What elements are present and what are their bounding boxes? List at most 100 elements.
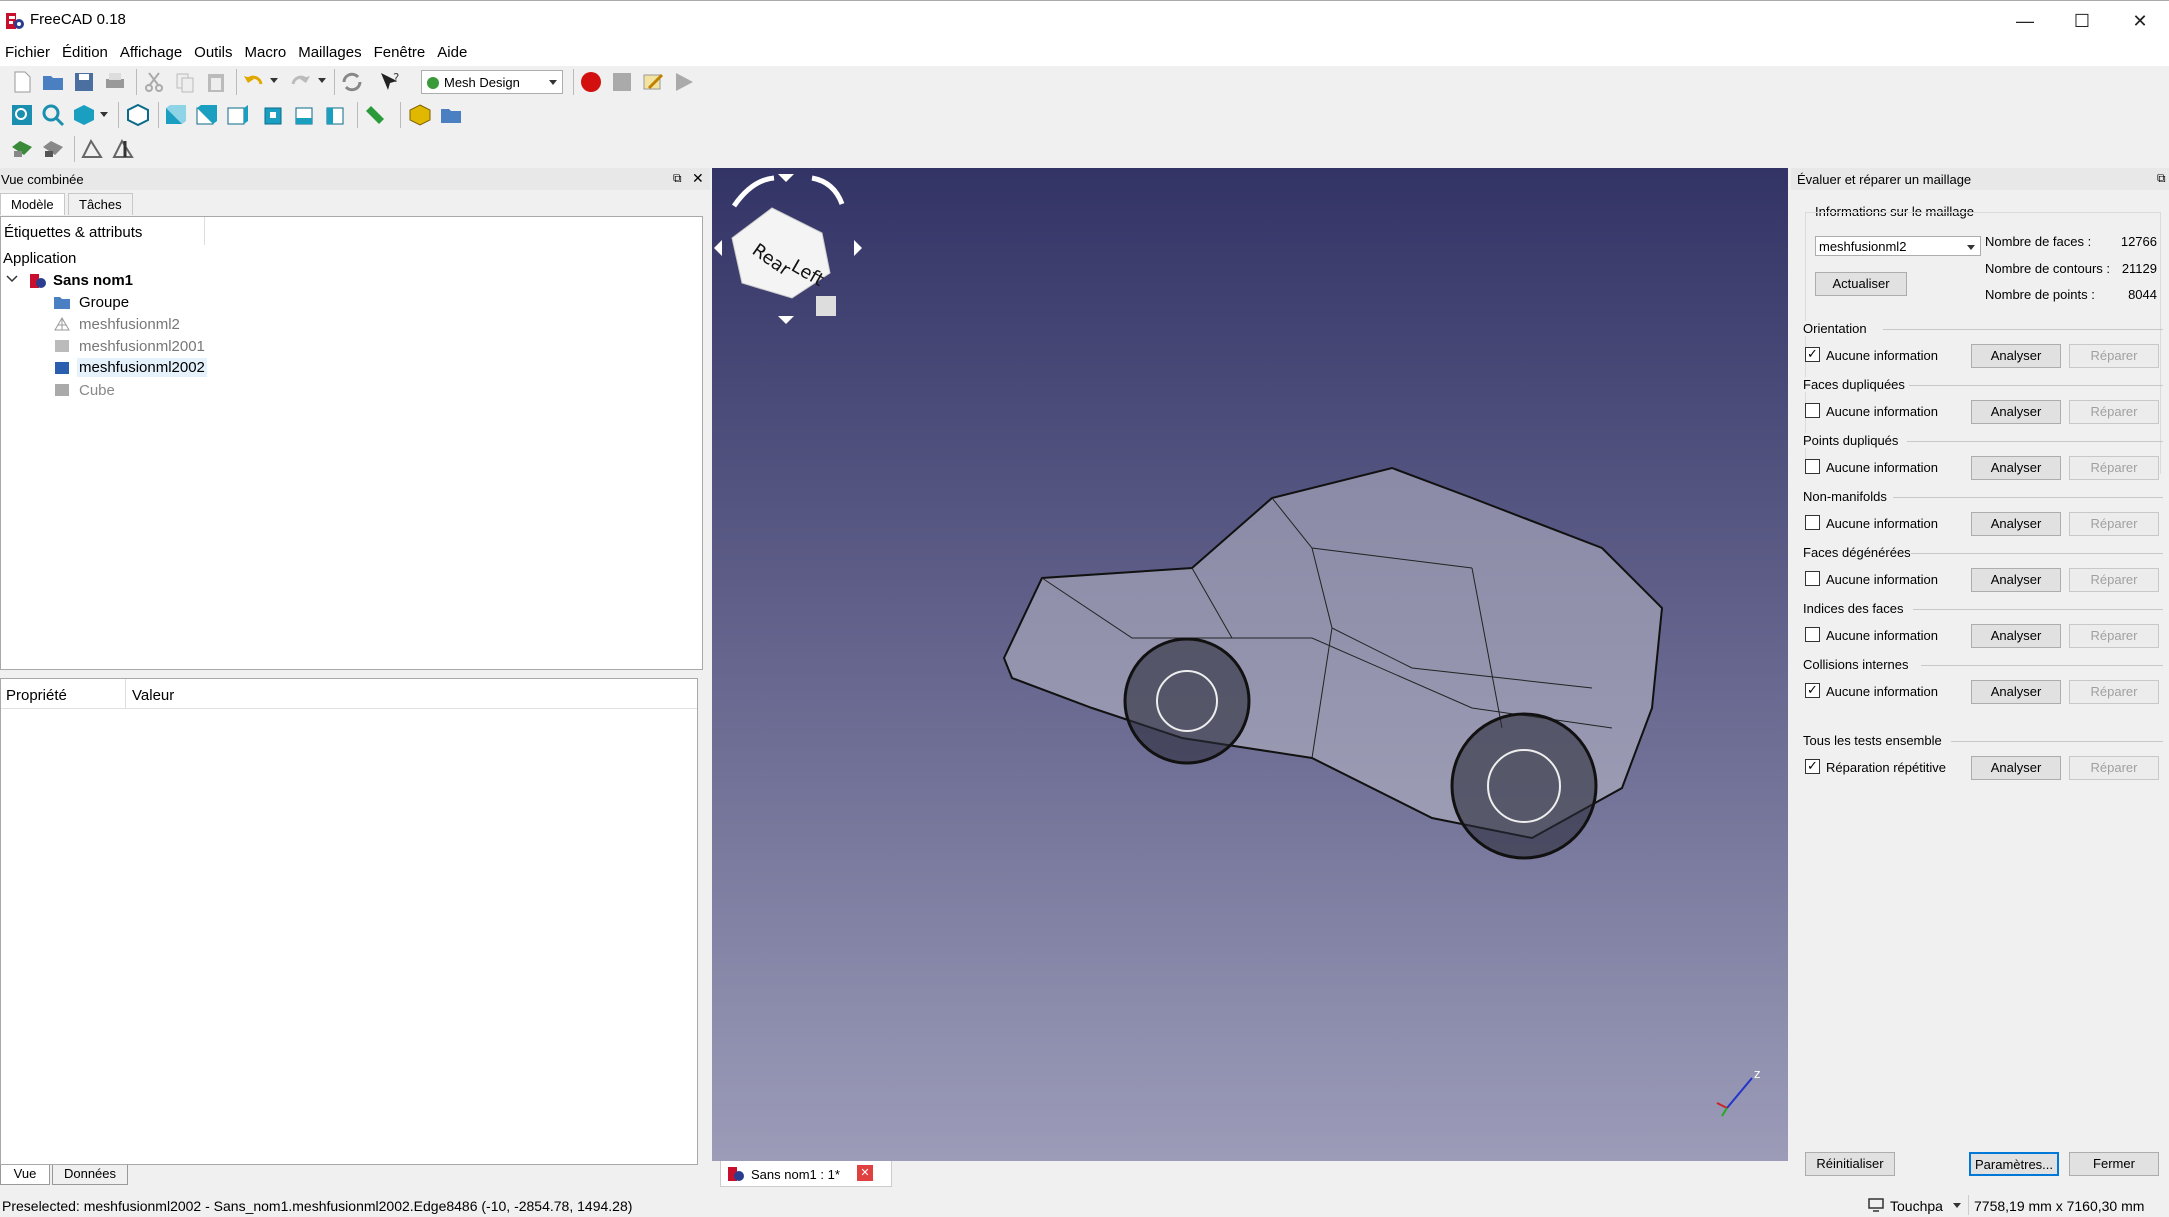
redo-dropdown-icon[interactable] (316, 74, 328, 86)
view-tab-label: Sans nom1 : 1* (751, 1167, 840, 1182)
duplicate-points-repair-button[interactable]: Réparer (2069, 456, 2159, 480)
close-icon[interactable]: ✕ (692, 170, 704, 187)
macro-edit-icon[interactable] (641, 70, 665, 94)
macro-stop-icon[interactable] (610, 70, 634, 94)
face-indices-analyze-button[interactable]: Analyser (1971, 624, 2061, 648)
non-manifolds-repair-button[interactable]: Réparer (2069, 512, 2159, 536)
draw-style-dropdown-icon[interactable] (98, 108, 110, 120)
mesh-export-icon[interactable] (41, 137, 65, 161)
copy-icon[interactable] (173, 70, 197, 94)
navigation-cube[interactable] (714, 174, 862, 324)
non-manifolds-analyze-button[interactable]: Analyser (1971, 512, 2061, 536)
tree-item-meshfusionml2[interactable]: meshfusionml2 (79, 316, 180, 333)
refresh-button[interactable]: Actualiser (1815, 272, 1907, 296)
all-tests-repair-button[interactable]: Réparer (2069, 756, 2159, 780)
view-bottom-icon[interactable] (293, 103, 317, 127)
undock-icon[interactable]: ⧉ (2157, 171, 2166, 186)
tab-modele[interactable]: Modèle (0, 193, 65, 215)
self-intersections-checkbox[interactable]: ✓ (1805, 683, 1820, 698)
self-intersections-repair-button[interactable]: Réparer (2069, 680, 2159, 704)
view-left-icon[interactable] (324, 103, 348, 127)
self-intersections-analyze-button[interactable]: Analyser (1971, 680, 2061, 704)
view-isometric-icon[interactable] (126, 103, 150, 127)
minimize-button[interactable]: — (1995, 7, 2055, 35)
fit-all-icon[interactable] (10, 103, 34, 127)
close-button[interactable]: Fermer (2069, 1152, 2159, 1176)
3d-viewport[interactable]: Rear Left z (712, 168, 1788, 1161)
tab-document-view[interactable]: Sans nom1 : 1* ✕ (720, 1161, 892, 1187)
view-right-icon[interactable] (225, 103, 249, 127)
macro-run-icon[interactable] (672, 70, 696, 94)
save-icon[interactable] (72, 70, 96, 94)
workbench-selector[interactable]: Mesh Design (421, 70, 563, 94)
fit-selection-icon[interactable] (41, 103, 65, 127)
new-document-icon[interactable] (10, 70, 34, 94)
chevron-down-icon[interactable] (1952, 1202, 1962, 1210)
print-icon[interactable] (103, 70, 127, 94)
duplicate-faces-repair-button[interactable]: Réparer (2069, 400, 2159, 424)
measure-distance-icon[interactable] (363, 103, 387, 127)
menu-edition[interactable]: Édition (57, 40, 115, 61)
undo-dropdown-icon[interactable] (268, 74, 280, 86)
menu-fenetre[interactable]: Fenêtre (369, 40, 433, 61)
menu-fichier[interactable]: Fichier (0, 40, 57, 61)
undo-icon[interactable] (242, 70, 266, 94)
tree-document[interactable]: Sans nom1 (53, 272, 133, 289)
close-tab-icon[interactable]: ✕ (857, 1165, 873, 1181)
orientation-analyze-button[interactable]: Analyser (1971, 344, 2061, 368)
create-part-icon[interactable] (408, 103, 432, 127)
whats-this-icon[interactable]: ? (378, 70, 402, 94)
redo-icon[interactable] (288, 70, 312, 94)
degenerated-faces-repair-button[interactable]: Réparer (2069, 568, 2159, 592)
non-manifolds-checkbox[interactable] (1805, 515, 1820, 530)
close-window-button[interactable]: ✕ (2110, 7, 2169, 35)
open-folder-icon[interactable] (41, 70, 65, 94)
duplicate-points-analyze-button[interactable]: Analyser (1971, 456, 2061, 480)
maximize-button[interactable]: ☐ (2052, 7, 2112, 35)
reset-button[interactable]: Réinitialiser (1805, 1152, 1895, 1176)
duplicate-points-checkbox[interactable] (1805, 459, 1820, 474)
macro-record-icon[interactable] (579, 70, 603, 94)
all-tests-analyze-button[interactable]: Analyser (1971, 756, 2061, 780)
mesh-import-icon[interactable] (10, 137, 34, 161)
paste-icon[interactable] (204, 70, 228, 94)
degenerated-faces-checkbox[interactable] (1805, 571, 1820, 586)
tab-taches[interactable]: Tâches (68, 193, 133, 215)
menu-maillages[interactable]: Maillages (293, 40, 368, 61)
undock-icon[interactable]: ⧉ (673, 171, 682, 186)
expand-chevron-icon[interactable] (5, 272, 19, 290)
tree-application[interactable]: Application (3, 250, 76, 267)
tab-vue[interactable]: Vue (0, 1165, 50, 1185)
orientation-checkbox[interactable]: ✓ (1805, 347, 1820, 362)
duplicate-faces-analyze-button[interactable]: Analyser (1971, 400, 2061, 424)
face-indices-repair-button[interactable]: Réparer (2069, 624, 2159, 648)
duplicate-faces-checkbox[interactable] (1805, 403, 1820, 418)
menu-aide[interactable]: Aide (432, 40, 474, 61)
view-rear-icon[interactable] (262, 103, 286, 127)
navigation-style-label[interactable]: Touchpa (1890, 1198, 1943, 1214)
menu-macro[interactable]: Macro (240, 40, 294, 61)
view-front-icon[interactable] (163, 103, 187, 127)
mesh-analyze-icon[interactable] (80, 137, 104, 161)
repeated-repair-checkbox[interactable]: ✓ (1805, 759, 1820, 774)
tree-item-cube[interactable]: Cube (79, 382, 115, 399)
mesh-repair-icon[interactable] (111, 137, 135, 161)
orientation-status: Aucune information (1826, 348, 1939, 363)
tab-donnees[interactable]: Données (52, 1165, 128, 1185)
mesh-wireframe-car[interactable] (1002, 466, 1664, 860)
mesh-select[interactable]: meshfusionml2 (1815, 236, 1981, 256)
refresh-icon[interactable] (340, 70, 364, 94)
menu-outils[interactable]: Outils (189, 40, 239, 61)
tree-item-meshfusionml2001[interactable]: meshfusionml2001 (79, 338, 205, 355)
tree-item-groupe[interactable]: Groupe (79, 294, 129, 311)
settings-button[interactable]: Paramètres... (1969, 1152, 2059, 1176)
face-indices-checkbox[interactable] (1805, 627, 1820, 642)
cut-icon[interactable] (142, 70, 166, 94)
orientation-repair-button[interactable]: Réparer (2069, 344, 2159, 368)
tree-item-meshfusionml2002[interactable]: meshfusionml2002 (77, 358, 207, 377)
menu-affichage[interactable]: Affichage (115, 40, 189, 61)
create-group-icon[interactable] (439, 103, 463, 127)
view-top-icon[interactable] (194, 103, 218, 127)
draw-style-icon[interactable] (72, 103, 96, 127)
degenerated-faces-analyze-button[interactable]: Analyser (1971, 568, 2061, 592)
